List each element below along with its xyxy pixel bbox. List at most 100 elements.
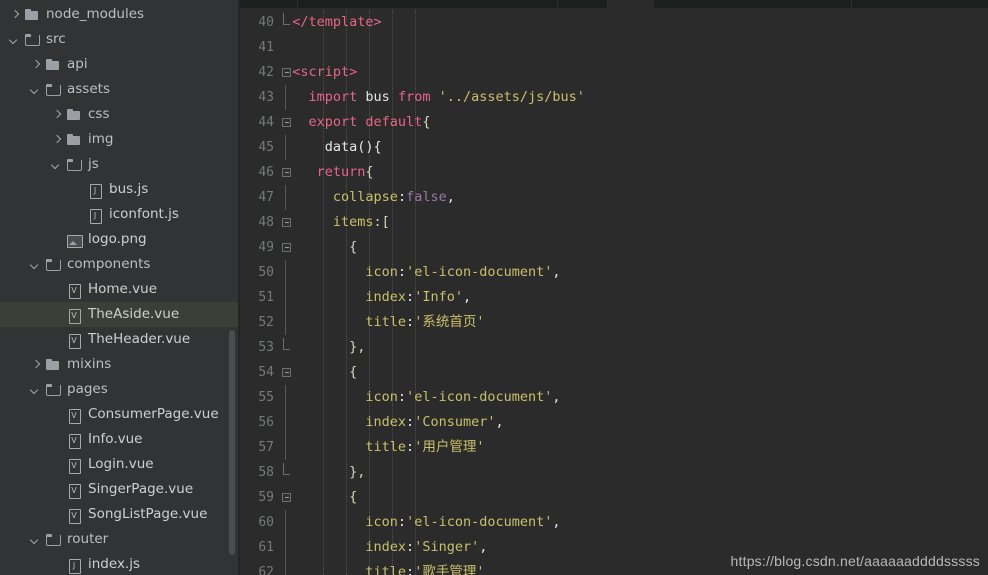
code-line[interactable]: 52 title:'系统首页' — [240, 310, 988, 335]
tree-item-label: SongListPage.vue — [88, 506, 208, 522]
code-token: '歌手管理' — [414, 564, 485, 575]
code-line[interactable]: 51 index:'Info', — [240, 285, 988, 310]
tree-folder-row[interactable]: node_modules — [0, 2, 240, 27]
code-line[interactable]: 54 { — [240, 360, 988, 385]
code-editor-panel: 40 </template> 41 42 <script> 43 import bus… — [240, 0, 988, 575]
line-number: 40 — [258, 15, 274, 30]
code-line[interactable]: 47 collapse:false, — [240, 185, 988, 210]
chevron-down-icon[interactable] — [29, 383, 42, 396]
code-line[interactable]: 53 }, — [240, 335, 988, 360]
code-token: icon — [365, 389, 398, 405]
tree-folder-row[interactable]: mixins — [0, 352, 240, 377]
code-line[interactable]: 41 — [240, 35, 988, 60]
editor-tab[interactable] — [558, 0, 608, 8]
chevron-down-icon[interactable] — [29, 258, 42, 271]
code-text: { — [276, 485, 357, 510]
tree-file-row[interactable]: Home.vue — [0, 277, 240, 302]
file-vue-icon — [66, 482, 82, 499]
code-token: }, — [276, 464, 366, 480]
code-token: <script> — [292, 64, 358, 80]
chevron-down-icon[interactable] — [8, 33, 21, 46]
code-line[interactable]: 43 import bus from '../assets/js/bus' — [240, 85, 988, 110]
code-line[interactable]: 42 <script> — [240, 60, 988, 85]
code-line[interactable]: 45 data(){ — [240, 135, 988, 160]
code-area[interactable]: 40 </template> 41 42 <script> 43 import bus… — [240, 10, 988, 575]
tree-folder-row[interactable]: router — [0, 527, 240, 552]
tree-folder-row[interactable]: components — [0, 252, 240, 277]
tree-file-row[interactable]: iconfont.js — [0, 202, 240, 227]
code-line[interactable]: 58 }, — [240, 460, 988, 485]
code-text: items:[ — [276, 210, 390, 235]
code-line[interactable]: 57 title:'用户管理' — [240, 435, 988, 460]
chevron-right-icon[interactable] — [50, 133, 63, 146]
code-token: : — [406, 564, 415, 575]
code-line[interactable]: 50 icon:'el-icon-document', — [240, 260, 988, 285]
editor-tab[interactable] — [654, 0, 852, 8]
tree-file-row[interactable]: SingerPage.vue — [0, 477, 240, 502]
code-token: '系统首页' — [414, 314, 485, 330]
chevron-down-icon[interactable] — [50, 158, 63, 171]
code-text: title:'用户管理' — [276, 435, 484, 460]
project-tree: node_modulessrcapi assets css img js bus.js ic… — [0, 2, 240, 575]
tree-file-row[interactable]: Login.vue — [0, 452, 240, 477]
tree-folder-row[interactable]: js — [0, 152, 240, 177]
code-token: icon — [365, 264, 398, 280]
code-token: '../assets/js/bus' — [438, 89, 585, 105]
code-line[interactable]: 55 icon:'el-icon-document', — [240, 385, 988, 410]
chevron-right-icon[interactable] — [29, 58, 42, 71]
editor-tab[interactable] — [298, 0, 558, 8]
code-line[interactable]: 40 </template> — [240, 10, 988, 35]
chevron-right-icon[interactable] — [8, 8, 21, 21]
tree-file-row[interactable]: TheHeader.vue — [0, 327, 240, 352]
code-line[interactable]: 60 icon:'el-icon-document', — [240, 510, 988, 535]
file-vue-icon — [66, 407, 82, 424]
tree-folder-row[interactable]: src — [0, 27, 240, 52]
line-number: 49 — [258, 240, 274, 255]
tree-file-row[interactable]: index.js — [0, 552, 240, 575]
folder-open-icon — [45, 532, 61, 548]
tree-folder-row[interactable]: assets — [0, 77, 240, 102]
code-text: </template> — [276, 10, 381, 35]
tree-file-row[interactable]: bus.js — [0, 177, 240, 202]
code-line[interactable]: 56 index:'Consumer', — [240, 410, 988, 435]
tree-folder-row[interactable]: api — [0, 52, 240, 77]
tree-file-row[interactable]: TheAside.vue — [0, 302, 240, 327]
code-line[interactable]: 59 { — [240, 485, 988, 510]
code-token: import — [308, 89, 358, 105]
watermark-url: https://blog.csdn.net/aaaaaaddddsssss — [730, 553, 980, 569]
tree-file-row[interactable]: ConsumerPage.vue — [0, 402, 240, 427]
code-token: , — [446, 189, 455, 205]
tree-item-label: src — [46, 31, 66, 47]
tree-file-row[interactable]: Info.vue — [0, 427, 240, 452]
code-token: :[ — [373, 214, 390, 230]
tree-item-label: api — [67, 56, 88, 72]
chevron-down-icon[interactable] — [29, 83, 42, 96]
sidebar-scrollbar[interactable] — [229, 330, 235, 555]
editor-tab[interactable] — [240, 0, 298, 8]
tree-file-row[interactable]: logo.png — [0, 227, 240, 252]
tree-folder-row[interactable]: css — [0, 102, 240, 127]
editor-tab-bar[interactable] — [240, 0, 988, 8]
tree-item-label: TheAside.vue — [88, 306, 180, 322]
code-token: false — [406, 189, 447, 205]
tree-item-label: logo.png — [88, 231, 147, 247]
tree-file-row[interactable]: SongListPage.vue — [0, 502, 240, 527]
code-line[interactable]: 46 return{ — [240, 160, 988, 185]
tree-folder-row[interactable]: img — [0, 127, 240, 152]
code-line[interactable]: 44 export default{ — [240, 110, 988, 135]
tree-item-label: node_modules — [46, 6, 145, 22]
editor-tab[interactable] — [852, 0, 988, 8]
chevron-right-icon[interactable] — [29, 358, 42, 371]
tree-folder-row[interactable]: pages — [0, 377, 240, 402]
code-line[interactable]: 48 items:[ — [240, 210, 988, 235]
code-line[interactable]: 49 { — [240, 235, 988, 260]
chevron-down-icon[interactable] — [29, 533, 42, 546]
chevron-right-icon[interactable] — [50, 108, 63, 121]
